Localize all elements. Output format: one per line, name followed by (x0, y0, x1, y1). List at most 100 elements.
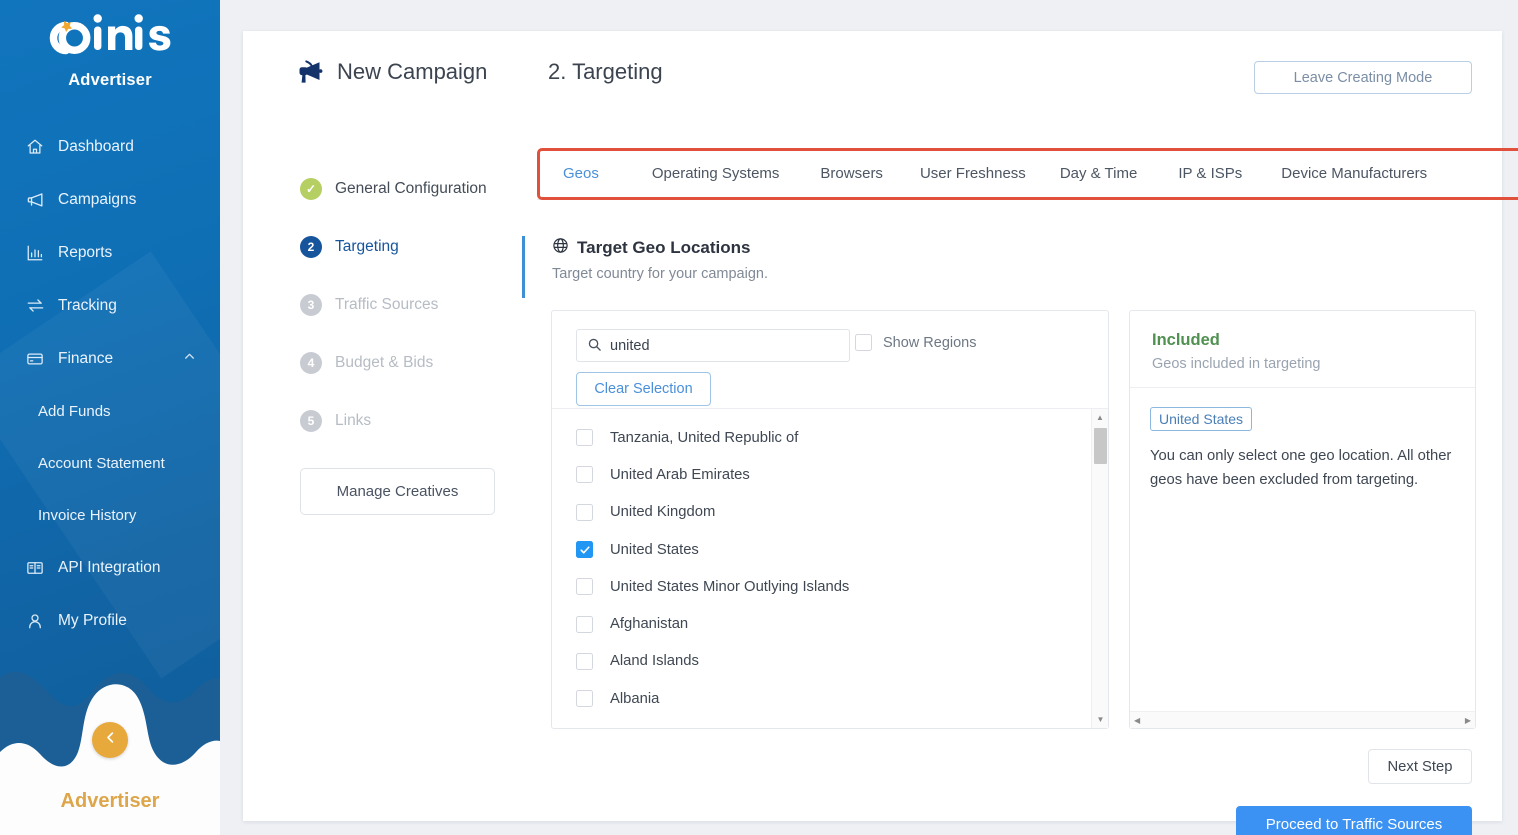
geo-title-row: Target Geo Locations (552, 237, 768, 259)
sidebar-item-label: Account Statement (38, 454, 165, 472)
sidebar-item-tracking[interactable]: Tracking (0, 279, 220, 332)
sidebar-item-account-statement[interactable]: Account Statement (0, 437, 220, 489)
geo-list-item-partial[interactable] (552, 717, 1090, 728)
geo-checkbox[interactable] (576, 652, 593, 670)
user-icon (25, 612, 45, 630)
step-bullet-check-icon: ✓ (300, 178, 322, 200)
sidebar-item-label: Invoice History (38, 506, 137, 524)
geo-list-item[interactable]: United Arab Emirates (552, 456, 1090, 493)
tab-ip-and-isps[interactable]: IP & ISPs (1178, 165, 1242, 182)
sidebar-item-dashboard[interactable]: Dashboard (0, 120, 220, 173)
scrollbar-thumb[interactable] (1094, 428, 1107, 464)
step-bullet-number: 5 (300, 410, 322, 432)
sidebar: Advertiser Dashboard Campaigns Reports T… (0, 0, 220, 835)
step-item-links[interactable]: 5 Links (300, 392, 515, 450)
manage-creatives-button[interactable]: Manage Creatives (300, 468, 495, 515)
sidebar-item-reports[interactable]: Reports (0, 226, 220, 279)
sidebar-logo[interactable]: Advertiser (0, 0, 220, 90)
geo-country-rows: Tanzania, United Republic of United Arab… (552, 409, 1090, 728)
next-step-button[interactable]: Next Step (1368, 749, 1472, 784)
included-panel: Included Geos included in targeting Unit… (1129, 310, 1476, 729)
step-item-traffic-sources[interactable]: 3 Traffic Sources (300, 276, 515, 334)
megaphone-icon (295, 59, 323, 85)
scroll-right-arrow-icon[interactable]: ▶ (1465, 716, 1471, 725)
geo-checkbox-checked[interactable] (576, 541, 593, 559)
geo-checkbox[interactable] (576, 503, 593, 521)
step-title: 2. Targeting (548, 59, 663, 84)
geo-list-item-selected[interactable]: United States (552, 531, 1090, 568)
sidebar-item-invoice-history[interactable]: Invoice History (0, 489, 220, 541)
geo-country-list: Tanzania, United Republic of United Arab… (552, 408, 1108, 728)
step-bullet-number: 3 (300, 294, 322, 316)
geo-search-input[interactable] (576, 329, 850, 362)
step-item-label: Targeting (335, 238, 399, 255)
show-regions-toggle[interactable]: Show Regions (855, 334, 977, 351)
geo-list-item-label: Albania (610, 690, 660, 707)
geo-search-wrap (576, 329, 850, 362)
sidebar-item-add-funds[interactable]: Add Funds (0, 385, 220, 437)
tab-operating-systems[interactable]: Operating Systems (652, 165, 780, 182)
sidebar-item-finance[interactable]: Finance (0, 332, 220, 385)
sidebar-item-label: Tracking (58, 296, 117, 314)
included-horizontal-scrollbar[interactable]: ◀ ▶ (1130, 711, 1475, 728)
card-header: New Campaign 2. Targeting Leave Creating… (243, 31, 1502, 109)
geo-list-item[interactable]: United Kingdom (552, 494, 1090, 531)
geo-checkbox[interactable] (576, 466, 593, 484)
sidebar-item-campaigns[interactable]: Campaigns (0, 173, 220, 226)
geo-checkbox[interactable] (576, 429, 593, 447)
proceed-to-traffic-sources-button[interactable]: Proceed to Traffic Sources (1236, 806, 1472, 835)
step-bullet-number: 4 (300, 352, 322, 374)
tab-geos[interactable]: Geos (563, 165, 599, 182)
geo-targeting-panel: Target Geo Locations Target country for … (522, 205, 1476, 835)
geo-list-item[interactable]: Albania (552, 680, 1090, 717)
geo-list-item[interactable]: Afghanistan (552, 605, 1090, 642)
geo-list-item[interactable]: Tanzania, United Republic of (552, 419, 1090, 456)
included-chip-united-states[interactable]: United States (1150, 407, 1253, 431)
show-regions-checkbox[interactable] (855, 334, 872, 351)
scroll-down-arrow-icon[interactable]: ▼ (1092, 711, 1108, 728)
show-regions-label: Show Regions (883, 334, 977, 351)
sidebar-collapse-button[interactable] (92, 722, 128, 758)
tab-browsers[interactable]: Browsers (820, 165, 883, 182)
sidebar-item-label: Add Funds (38, 402, 111, 420)
sidebar-item-my-profile[interactable]: My Profile (0, 594, 220, 647)
step-item-label: Links (335, 412, 372, 429)
clear-selection-button[interactable]: Clear Selection (576, 372, 711, 406)
exchange-arrows-icon (25, 296, 45, 315)
step-item-budget-and-bids[interactable]: 4 Budget & Bids (300, 334, 515, 392)
step-item-general-configuration[interactable]: ✓ General Configuration (300, 160, 515, 218)
geo-list-item-label: Afghanistan (610, 616, 689, 633)
app-root: Advertiser Dashboard Campaigns Reports T… (0, 0, 1518, 835)
credit-card-icon (25, 350, 45, 368)
geo-list-item[interactable]: United States Minor Outlying Islands (552, 568, 1090, 605)
sidebar-nav: Dashboard Campaigns Reports Tracking Fin… (0, 120, 220, 647)
geo-checkbox[interactable] (576, 578, 593, 596)
tab-user-freshness[interactable]: User Freshness (920, 165, 1026, 182)
geo-checkbox[interactable] (576, 690, 593, 708)
book-icon (25, 559, 45, 577)
panel-accent-bar (522, 236, 525, 298)
step-item-targeting[interactable]: 2 Targeting (300, 218, 515, 276)
included-header: Included Geos included in targeting (1130, 311, 1475, 388)
included-note: You can only select one geo location. Al… (1150, 448, 1452, 488)
sidebar-item-label: Campaigns (58, 190, 137, 208)
step-bullet-number: 2 (300, 236, 322, 258)
geo-list-item[interactable]: Aland Islands (552, 643, 1090, 680)
main-card: New Campaign 2. Targeting Leave Creating… (243, 31, 1518, 835)
step-item-label: Budget & Bids (335, 354, 434, 371)
step-item-label: Traffic Sources (335, 296, 439, 313)
tab-device-manufacturers[interactable]: Device Manufacturers (1281, 165, 1427, 182)
included-body: United States You can only select one ge… (1130, 388, 1475, 493)
scroll-left-arrow-icon[interactable]: ◀ (1134, 716, 1140, 725)
geo-list-scrollbar[interactable]: ▲ ▼ (1091, 409, 1108, 728)
leave-creating-mode-button[interactable]: Leave Creating Mode (1254, 61, 1472, 94)
sidebar-item-api-integration[interactable]: API Integration (0, 541, 220, 594)
chevron-left-icon (103, 730, 118, 750)
tab-day-and-time[interactable]: Day & Time (1060, 165, 1138, 182)
chevron-up-icon (183, 350, 196, 368)
step-navigation: ✓ General Configuration 2 Targeting 3 Tr… (300, 160, 515, 515)
geo-header: Target Geo Locations Target country for … (552, 237, 768, 282)
scroll-up-arrow-icon[interactable]: ▲ (1092, 409, 1108, 426)
geo-checkbox[interactable] (576, 615, 593, 633)
bar-chart-icon (25, 244, 45, 262)
